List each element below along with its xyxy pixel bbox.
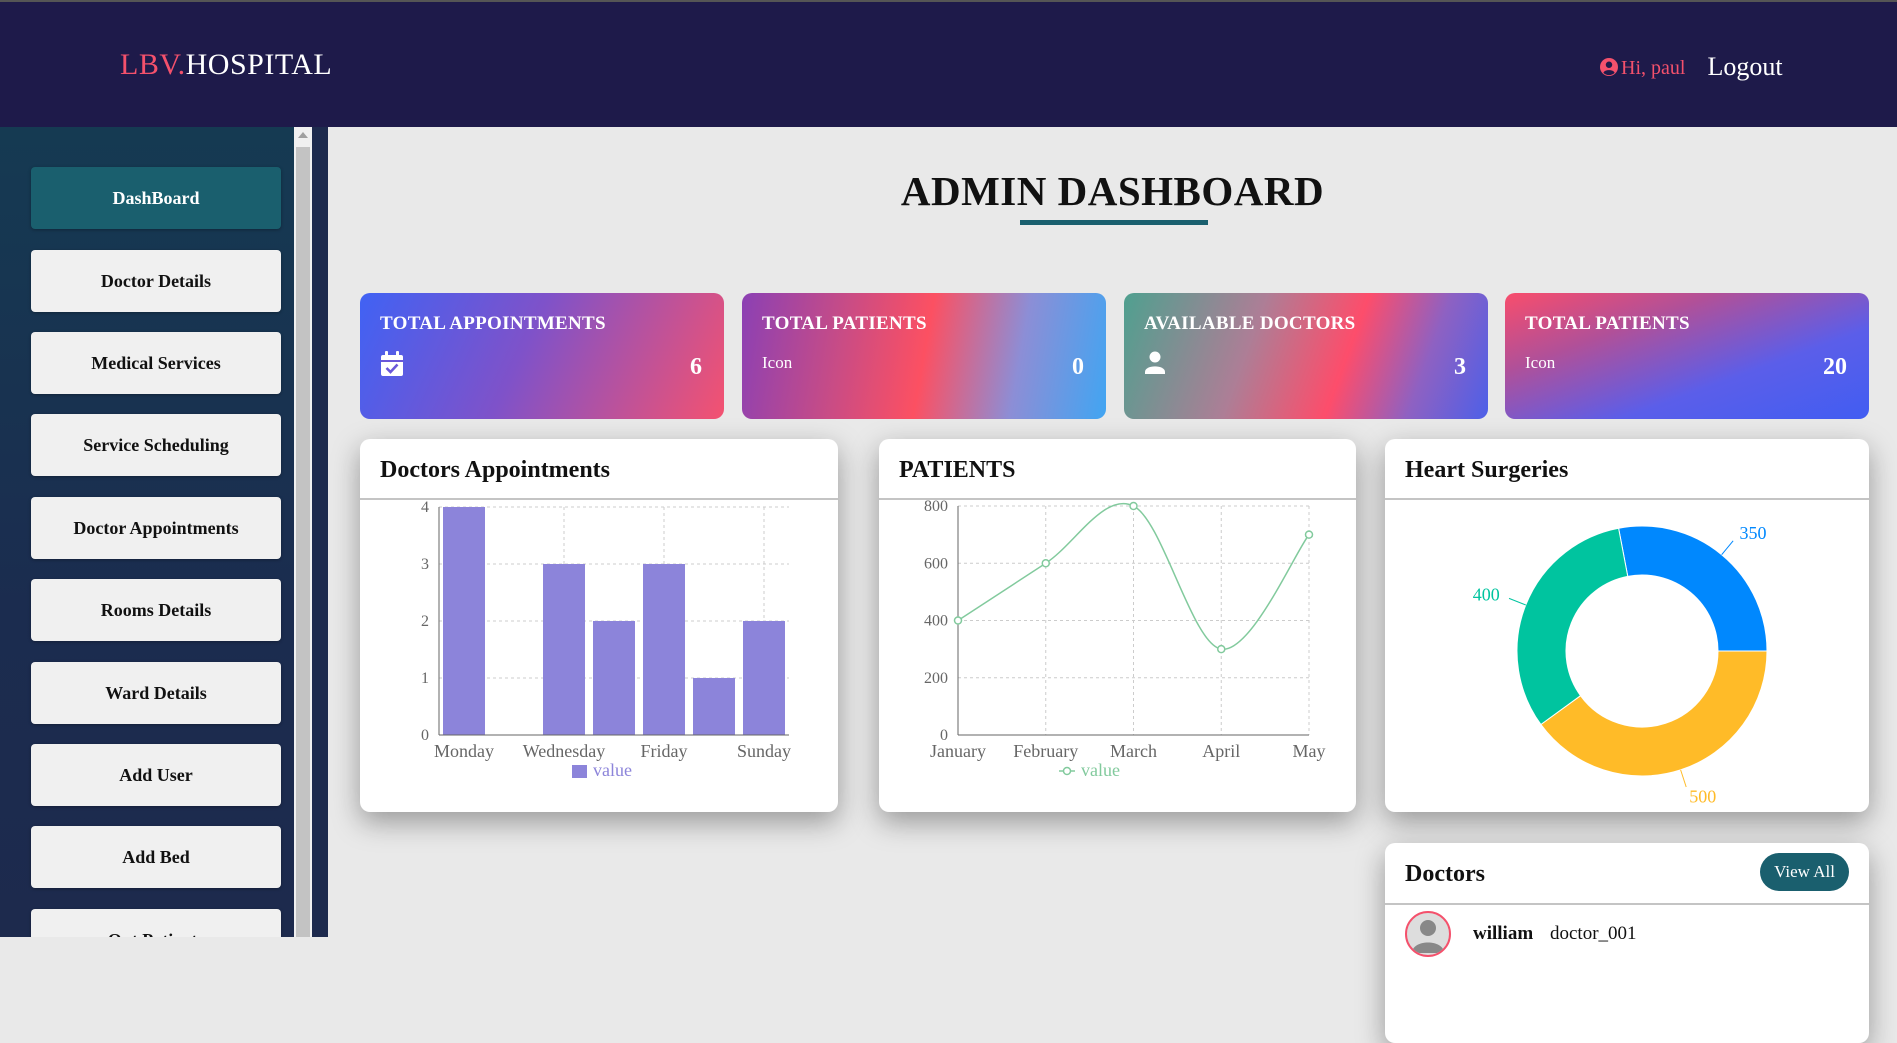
stat-label: TOTAL PATIENTS (1525, 313, 1690, 334)
legend-label: value (593, 760, 632, 780)
patients-line-chart: 0200400600800January February March April Ma… (924, 498, 1326, 780)
y-tick-label: 2 (421, 613, 429, 630)
stat-value: 0 (1072, 354, 1084, 380)
stat-value: 6 (690, 354, 702, 380)
avatar-person-icon (1412, 920, 1444, 953)
stat-label: AVAILABLE DOCTORS (1144, 313, 1356, 334)
data-point (1041, 559, 1050, 568)
card-divider (1385, 903, 1869, 905)
appointments-bar-chart: 0 1 2 3 4 Monday Wednesday Friday Sunday value (421, 499, 791, 780)
x-tick-label: February (1013, 741, 1078, 761)
stat-value: 3 (1454, 354, 1466, 380)
brand-logo[interactable]: LBV.HOSPITAL (120, 48, 332, 82)
stat-icon-placeholder: Icon (1525, 353, 1556, 372)
slice-label-leader (1680, 769, 1687, 788)
sidebar: DashBoard Doctor Details Medical Service… (0, 127, 294, 937)
x-tick-label: Sunday (737, 741, 791, 761)
stat-card-available-doctors[interactable]: AVAILABLE DOCTORS 3 (1124, 293, 1488, 419)
stat-value: 20 (1823, 354, 1847, 380)
user-box: Hi, paul Logout (1600, 52, 1783, 82)
stat-card-total-patients[interactable]: TOTAL PATIENTS Icon 0 (742, 293, 1106, 419)
x-tick-label: May (1293, 741, 1326, 761)
title-underline (1020, 220, 1208, 225)
sidebar-item-ward-details[interactable]: Ward Details (31, 662, 281, 724)
bar (743, 621, 785, 735)
x-tick-label: Friday (641, 741, 688, 761)
data-point (1129, 501, 1138, 511)
stat-label: TOTAL APPOINTMENTS (380, 313, 606, 334)
heart-surgeries-card: Heart Surgeries 350 500 400 (1385, 439, 1869, 812)
pie-slice (1540, 650, 1768, 777)
slice-label: 400 (1473, 585, 1500, 605)
legend-marker (1062, 766, 1072, 776)
x-tick-label: January (930, 741, 986, 761)
doctor-id: doctor_001 (1550, 923, 1637, 944)
x-tick-label: Wednesday (523, 741, 606, 761)
sidebar-item-add-user[interactable]: Add User (31, 744, 281, 806)
bar (543, 564, 585, 735)
legend-label: value (1081, 760, 1120, 780)
view-all-button[interactable]: View All (1760, 853, 1849, 891)
sidebar-scrollbar[interactable] (294, 127, 312, 937)
logout-link[interactable]: Logout (1707, 52, 1782, 82)
brand-name: HOSPITAL (185, 48, 333, 81)
card-title: Doctors (1405, 861, 1485, 887)
stat-label: TOTAL PATIENTS (762, 313, 927, 334)
x-tick-label: Monday (434, 741, 494, 761)
pie-slice (1516, 527, 1629, 726)
page-title: ADMIN DASHBOARD (900, 168, 1325, 214)
stat-card-total-patients-2[interactable]: TOTAL PATIENTS Icon 20 (1505, 293, 1869, 419)
y-tick-label: 4 (421, 499, 429, 516)
data-point (1217, 644, 1226, 654)
sidebar-item-medical-services[interactable]: Medical Services (31, 332, 281, 394)
bar (443, 507, 485, 735)
y-tick-label: 800 (924, 498, 948, 515)
slice-label: 500 (1689, 787, 1716, 807)
sidebar-item-add-bed[interactable]: Add Bed (31, 826, 281, 888)
user-greeting: Hi, paul (1621, 56, 1686, 79)
slice-label-leader (1508, 597, 1526, 606)
sidebar-item-service-scheduling[interactable]: Service Scheduling (31, 414, 281, 476)
y-tick-label: 3 (421, 556, 429, 573)
heart-surgeries-donut-chart: 350 500 400 (1473, 523, 1768, 807)
user-circle-icon (1600, 58, 1618, 76)
sidebar-item-out-patients[interactable]: Out Patients (31, 909, 281, 937)
sidebar-item-dashboard[interactable]: DashBoard (31, 167, 281, 229)
y-tick-label: 400 (924, 613, 948, 630)
x-tick-label: March (1110, 741, 1157, 761)
sidebar-item-doctor-details[interactable]: Doctor Details (31, 250, 281, 312)
appointments-chart-card: Doctors Appointments 0 1 2 3 4 Monday Wednesda… (360, 439, 838, 812)
doctors-list-card: Doctors View All william doctor_001 (1385, 843, 1869, 1043)
sidebar-item-doctor-appointments[interactable]: Doctor Appointments (31, 497, 281, 559)
stat-icon-placeholder: Icon (762, 353, 793, 372)
patients-chart-card: PATIENTS 0 200 400 600 800 January February Mar… (879, 439, 1356, 812)
user-icon (1145, 351, 1165, 374)
y-tick-label: 1 (421, 670, 429, 687)
data-point (1304, 530, 1314, 539)
slice-label-leader (1721, 540, 1734, 556)
doctor-name[interactable]: william (1473, 923, 1533, 945)
y-tick-label: 200 (924, 670, 948, 687)
legend-swatch (572, 765, 587, 778)
bar (693, 678, 735, 735)
sidebar-divider (312, 127, 328, 937)
data-point (953, 616, 963, 625)
top-navbar: LBV.HOSPITAL Hi, paul Logout (0, 0, 1897, 127)
bar (593, 621, 635, 735)
doctor-avatar (1405, 911, 1451, 957)
pie-slice (1617, 525, 1768, 652)
scroll-thumb[interactable] (296, 147, 310, 937)
y-tick-label: 600 (924, 555, 948, 572)
slice-label: 350 (1740, 523, 1767, 543)
sidebar-item-rooms-details[interactable]: Rooms Details (31, 579, 281, 641)
stat-card-total-appointments[interactable]: TOTAL APPOINTMENTS 6 (360, 293, 724, 419)
y-tick-label: 0 (421, 727, 429, 744)
scroll-up-arrow-icon[interactable] (298, 132, 308, 138)
main-content: ADMIN DASHBOARD TOTAL APPOINTMENTS 6 TOT… (328, 127, 1897, 1043)
calendar-check-icon (381, 351, 403, 376)
brand-prefix: LBV. (120, 48, 186, 81)
x-tick-label: April (1202, 741, 1240, 761)
bar (643, 564, 685, 735)
